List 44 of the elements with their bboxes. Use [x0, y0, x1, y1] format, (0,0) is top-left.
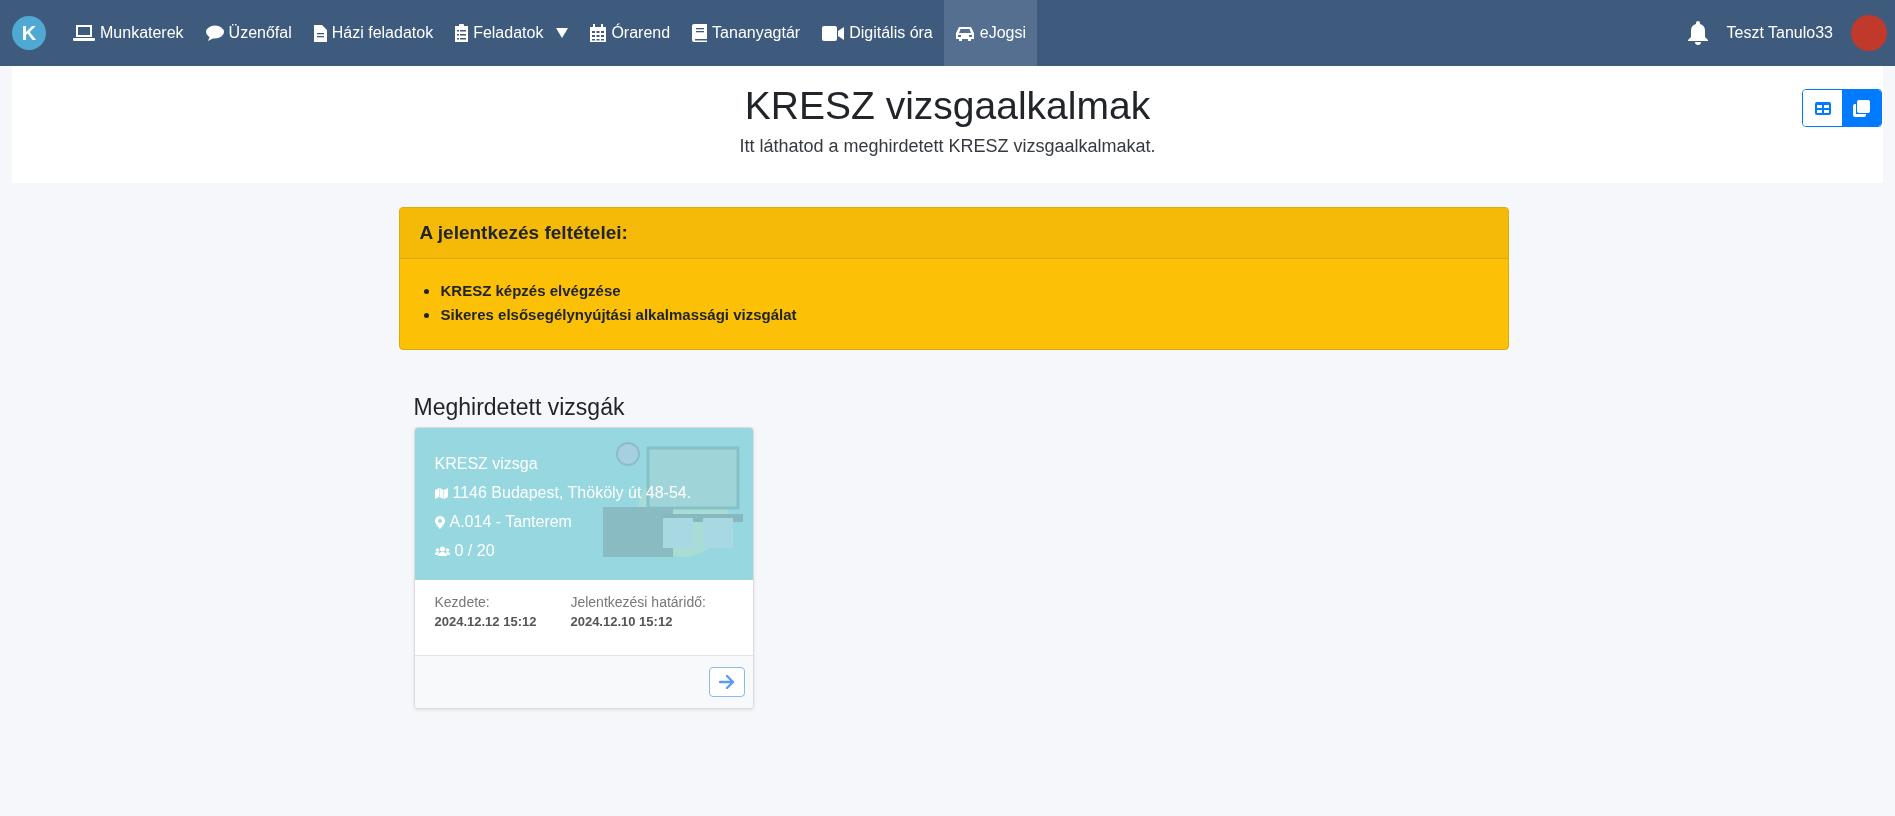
document-icon: [313, 24, 327, 42]
nav-item[interactable]: Órarend: [579, 0, 682, 66]
exam-room: A.014 - Tanterem: [449, 513, 572, 531]
requirement-text: KRESZ képzés elvégzése: [440, 281, 621, 301]
start-label: Kezdete:: [434, 594, 491, 610]
table-icon: [1814, 101, 1831, 115]
caret-down-icon: [556, 28, 569, 38]
nav-item[interactable]: Munkaterek: [62, 0, 195, 66]
book-icon: [692, 24, 708, 42]
page-title: KRESZ vizsgaalkalmak: [744, 83, 1151, 129]
user-name[interactable]: Teszt Tanulo33: [1726, 24, 1833, 42]
requirement-text: Sikeres elsősegélynyújtási alkalmassági vizsgálat: [440, 305, 797, 325]
deadline-date: 2024.12.10 15:12: [570, 614, 674, 629]
section-title: Meghirdetett vizsgák: [413, 394, 626, 421]
deadline-label: Jelentkezési határidő:: [570, 594, 706, 610]
clone-icon: [1853, 99, 1870, 117]
nav-item[interactable]: Házi feladatok: [302, 0, 445, 66]
requirements-title: A jelentkezés feltételei:: [399, 208, 1508, 259]
arrow-right-icon: [718, 675, 735, 689]
nav-item[interactable]: Digitális óra: [811, 0, 944, 66]
nav-item[interactable]: Üzenőfal: [194, 0, 303, 66]
nav-item[interactable]: eJogsi: [943, 0, 1037, 66]
users-icon: [434, 546, 450, 556]
page-subtitle: Itt láthatod a meghirdetett KRESZ vizsgaalkalmakat.: [739, 136, 1156, 157]
notification-bell-icon[interactable]: [1686, 21, 1709, 45]
clipboard-icon: [455, 24, 469, 42]
bullet-icon: [423, 312, 429, 318]
exam-name: KRESZ vizsga: [434, 454, 539, 474]
location-pin-icon: [434, 515, 445, 529]
laptop-icon: [73, 24, 95, 42]
open-button[interactable]: [708, 667, 745, 697]
exam-seats: 0 / 20: [454, 542, 495, 560]
comment-icon: [205, 25, 224, 41]
bullet-icon: [423, 288, 429, 294]
video-camera-icon: [822, 25, 845, 41]
map-icon: [434, 487, 448, 499]
nav-item[interactable]: Tananyagtár: [681, 0, 812, 66]
exam-address: 1146 Budapest, Thököly út 48-54.: [452, 484, 692, 502]
nav-item[interactable]: Feladatok: [444, 0, 580, 66]
exam-card[interactable]: KRESZ vizsga 1146 Budapest, Thököly út 48-54. A.014 - Tanterem 0 / 20 Kezdete: 2024.12.12 15:12 Jelentkezési határidő: 2024.12.10 15:12: [413, 427, 754, 709]
card-view-button[interactable]: [1842, 90, 1881, 126]
start-date: 2024.12.12 15:12: [434, 614, 537, 629]
car-icon: [954, 25, 975, 41]
calendar-icon: [590, 24, 607, 42]
